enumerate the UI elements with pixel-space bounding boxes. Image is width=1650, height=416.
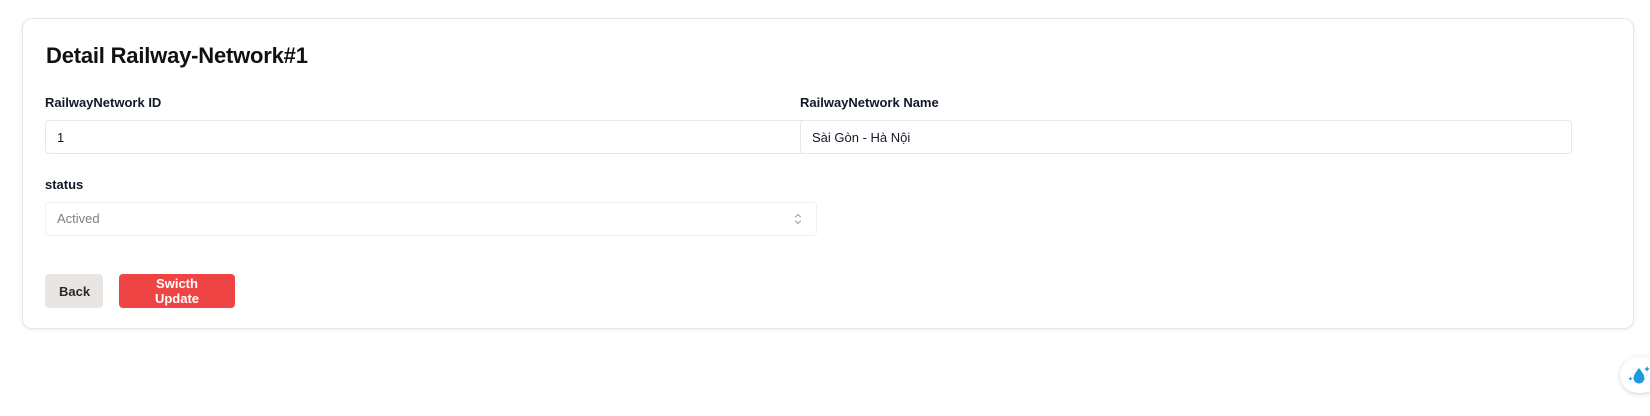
status-selected-value: Actived: [57, 211, 100, 226]
floating-assistant-button[interactable]: [1620, 357, 1650, 393]
water-drop-sparkle-icon: [1628, 366, 1650, 384]
back-button[interactable]: Back: [45, 274, 103, 308]
railway-network-name-label: RailwayNetwork Name: [800, 95, 939, 110]
switch-update-button[interactable]: Swicth Update: [119, 274, 235, 308]
chevron-up-down-icon: [794, 213, 802, 225]
detail-card: Detail Railway-Network#1 RailwayNetwork …: [22, 18, 1634, 329]
status-select[interactable]: Actived: [45, 202, 817, 236]
status-label: status: [45, 177, 84, 192]
railway-network-id-label: RailwayNetwork ID: [45, 95, 162, 110]
railway-network-name-field: RailwayNetwork Name: [800, 95, 1572, 154]
status-field: status Actived: [45, 177, 817, 236]
railway-network-id-input[interactable]: [45, 120, 817, 154]
page-title: Detail Railway-Network#1: [46, 43, 308, 68]
railway-network-id-field: RailwayNetwork ID: [45, 95, 817, 154]
railway-network-name-input[interactable]: [800, 120, 1572, 154]
